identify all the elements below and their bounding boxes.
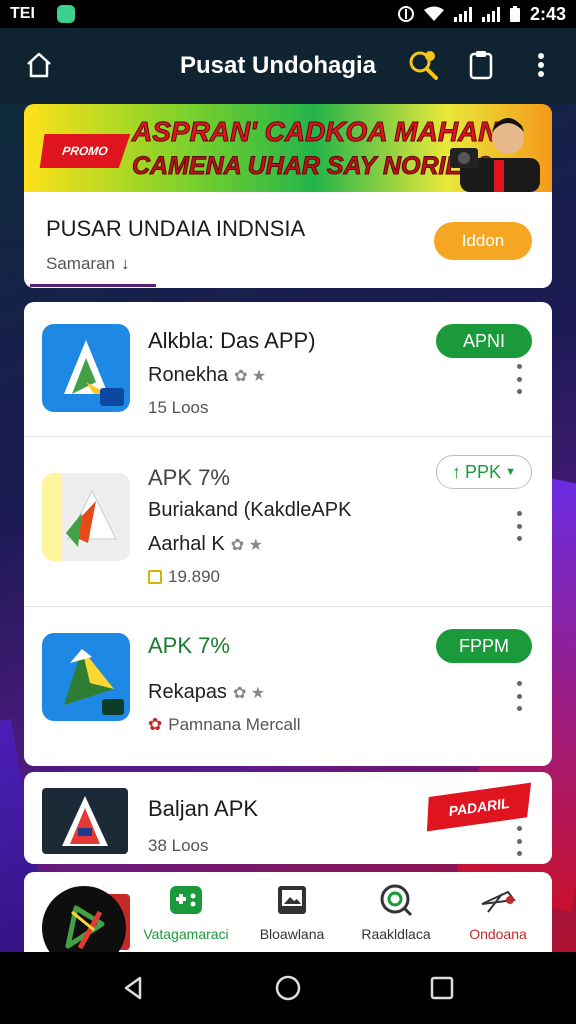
- bottom-navigation: Vatagamaraci Bloawlana Raakldlaca Ondoan…: [24, 872, 552, 970]
- nav-label: Vatagamaraci: [143, 926, 229, 942]
- app-developer: Ronekha ✿ ★: [148, 364, 266, 387]
- install-button[interactable]: APNI: [436, 324, 532, 358]
- battery-icon: [509, 6, 520, 22]
- arrow-up-icon: ↑: [452, 461, 462, 482]
- nav-label: Bloawlana: [259, 926, 325, 942]
- app-downloads: 38 Loos: [148, 836, 209, 855]
- app-name: APK 7%: [148, 633, 230, 658]
- tab-samaran[interactable]: Samaran ↓: [46, 254, 129, 274]
- list-item[interactable]: APK 7% Buriakand (KakdleAPK Aarhal K ✿ ★…: [24, 436, 552, 606]
- app-publisher-text: Pamnana Mercall: [168, 715, 301, 734]
- promo-banner[interactable]: PROMO ASPRAN' CADKOA MAHAN CAMENA UHAR S…: [24, 104, 552, 192]
- nav-item-search[interactable]: Raakldlaca: [344, 882, 448, 948]
- nav-item-travel[interactable]: Ondoana: [446, 882, 550, 948]
- app-icon: [42, 473, 130, 561]
- featured-ribbon: PADARIL: [422, 783, 536, 832]
- more-options-icon[interactable]: [512, 681, 526, 711]
- plane-icon: [481, 890, 516, 913]
- nav-label: Raakldlaca: [361, 926, 431, 942]
- app-developer: Rekapas ✿ ★: [148, 681, 265, 704]
- app-list: Alkbla: Das APP) Ronekha ✿ ★ 15 Loos APN…: [24, 302, 552, 766]
- app-name: Alkbla: Das APP): [148, 328, 316, 353]
- nav-label: Ondoana: [469, 926, 527, 942]
- app-title-line: Buriakand (KakdleAPK: [148, 499, 352, 521]
- status-time: 2:43: [529, 3, 566, 24]
- tab-label: Samaran: [46, 254, 115, 273]
- banner-subheadline: CAMENA UHAR SAY NORIEL3: [131, 152, 492, 181]
- signal-icon: [481, 6, 500, 22]
- more-options-icon[interactable]: [512, 511, 526, 541]
- back-icon[interactable]: [120, 974, 148, 1002]
- download-label: PPK: [465, 461, 502, 482]
- featured-app-card[interactable]: Baljan APK 38 Loos PADARIL: [24, 772, 552, 864]
- app-publisher: ✿ Pamnana Mercall: [148, 715, 301, 735]
- rating-stars-icon: ✿ ★: [232, 684, 266, 702]
- app-icon: [42, 788, 128, 854]
- app-title: Pusat Undohagia: [180, 52, 377, 79]
- recents-icon[interactable]: [428, 974, 456, 1002]
- rating-stars-icon: ✿ ★: [234, 367, 267, 385]
- file-icon: [148, 570, 162, 584]
- status-bar: TEI 2:43: [0, 0, 576, 28]
- signal-icon: [453, 6, 472, 22]
- image-icon: [278, 886, 306, 914]
- section-title: PUSAR UNDAIA INDNSIA: [46, 216, 306, 241]
- home-circle-icon[interactable]: [274, 974, 302, 1002]
- app-size-text: 19.890: [168, 567, 220, 586]
- tab-indicator: [30, 284, 156, 287]
- download-dropdown-button[interactable]: ↑ PPK ▼: [436, 455, 532, 489]
- list-item[interactable]: Alkbla: Das APP) Ronekha ✿ ★ 15 Loos APN…: [24, 302, 552, 452]
- app-developer-text: Ronekha: [148, 364, 229, 386]
- rating-stars-icon: ✿ ★: [230, 536, 263, 554]
- nav-item-games[interactable]: Vatagamaraci: [134, 882, 238, 948]
- install-button[interactable]: FPPM: [436, 629, 532, 663]
- section-action-button[interactable]: Iddon: [434, 222, 532, 260]
- badge-icon: ✿: [148, 715, 163, 734]
- list-item[interactable]: APK 7% Rekapas ✿ ★ ✿ Pamnana Mercall FPP…: [24, 606, 552, 766]
- app-size: 19.890: [148, 567, 220, 587]
- clipboard-icon[interactable]: [464, 48, 498, 82]
- more-options-icon[interactable]: [512, 364, 526, 394]
- chevron-down-icon: ▼: [505, 466, 516, 478]
- search-coin-icon[interactable]: [406, 48, 440, 82]
- status-carrier: TEI: [10, 5, 35, 22]
- arrow-down-icon: ↓: [120, 254, 130, 273]
- nav-item-gallery[interactable]: Bloawlana: [240, 882, 344, 948]
- section-header-card: PUSAR UNDAIA INDNSIA Samaran ↓ Iddon: [24, 192, 552, 288]
- app-name: Baljan APK: [148, 796, 259, 821]
- gamepad-icon: [170, 886, 202, 914]
- app-developer: Aarhal K ✿ ★: [148, 533, 263, 556]
- banner-headline: ASPRAN' CADKOA MAHAN: [132, 116, 500, 148]
- notification-icon: [56, 5, 75, 23]
- home-icon[interactable]: [24, 50, 54, 80]
- app-bar: Pusat Undohagia: [0, 28, 576, 104]
- more-options-icon[interactable]: [512, 826, 526, 856]
- wifi-icon: [423, 6, 444, 21]
- app-developer-text: Rekapas: [148, 681, 227, 703]
- system-navigation-bar: [0, 952, 576, 1024]
- app-developer-text: Aarhal K: [148, 533, 225, 555]
- app-icon: [42, 633, 130, 721]
- do-not-disturb-icon: [397, 6, 414, 22]
- banner-person-image: [450, 118, 540, 192]
- more-vertical-icon[interactable]: [524, 48, 558, 82]
- banner-tag: PROMO: [40, 134, 131, 168]
- app-icon: [42, 324, 130, 412]
- at-search-icon: [380, 884, 413, 917]
- app-name: APK 7%: [148, 465, 230, 490]
- app-downloads: 15 Loos: [148, 398, 209, 417]
